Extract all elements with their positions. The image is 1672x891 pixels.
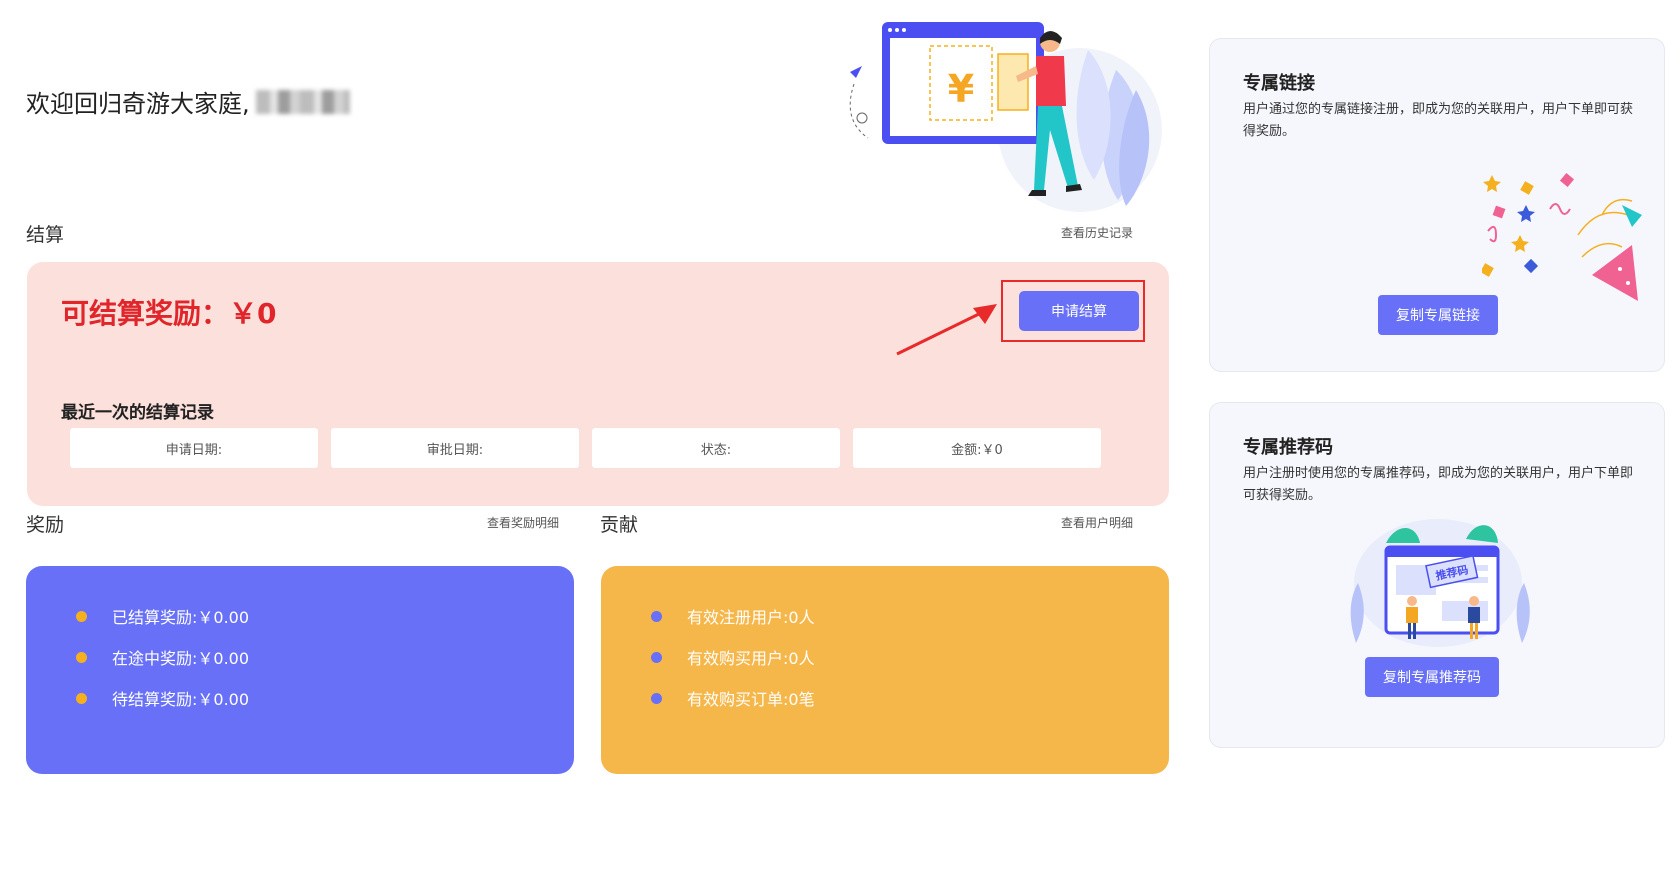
contrib-registered-text: 有效注册用户:0人 [687,608,815,627]
welcome-label: 欢迎回归奇游大家庭, [26,90,250,118]
contribution-section-title: 贡献 [600,514,639,536]
copy-referral-code-button[interactable]: 复制专属推荐码 [1365,657,1499,697]
exclusive-link-description: 用户通过您的专属链接注册，即成为您的关联用户，用户下单即可获得奖励。 [1243,102,1634,139]
bullet-dot-icon [76,692,87,704]
contrib-orders-item: 有效购买订单:0笔 [651,686,815,710]
record-approve-date: 审批日期: [331,428,579,468]
bullet-dot-icon [651,692,662,704]
view-history-link[interactable]: 查看历史记录 [1061,224,1133,241]
bullet-dot-icon [76,651,87,663]
last-record-title: 最近一次的结算记录 [61,403,214,423]
confetti-party-icon [1482,172,1642,301]
reward-in-transit-item: 在途中奖励:￥0.00 [76,645,249,669]
record-status: 状态: [592,428,840,468]
reward-pending-text: 待结算奖励:￥0.00 [112,690,250,709]
blurred-username [255,89,350,114]
reward-settled-item: 已结算奖励:￥0.00 [76,604,249,628]
contrib-orders-text: 有效购买订单:0笔 [687,690,815,709]
reward-settled-text: 已结算奖励:￥0.00 [112,608,250,627]
apply-settlement-button[interactable]: 申请结算 [1019,291,1139,331]
rewards-card: 已结算奖励:￥0.00 在途中奖励:￥0.00 待结算奖励:￥0.00 [26,566,574,774]
available-reward-amount: 可结算奖励：￥0 [61,297,277,330]
welcome-text: 欢迎回归奇游大家庭, [26,84,350,119]
exclusive-link-card: 专属链接 用户通过您的专属链接注册，即成为您的关联用户，用户下单即可获得奖励。 … [1209,38,1665,372]
reward-in-transit-text: 在途中奖励:￥0.00 [112,649,250,668]
contrib-buyers-item: 有效购买用户:0人 [651,645,815,669]
settlement-panel: 可结算奖励：￥0 最近一次的结算记录 申请日期: 审批日期: 状态: 金额:￥0 [27,262,1169,506]
bullet-dot-icon [76,610,87,622]
arrow-icon [896,304,997,356]
view-reward-detail-link[interactable]: 查看奖励明细 [487,514,559,531]
rewards-section-title: 奖励 [26,514,65,536]
copy-exclusive-link-button[interactable]: 复制专属链接 [1378,295,1498,335]
view-user-detail-link[interactable]: 查看用户明细 [1061,514,1133,531]
settlement-section-title: 结算 [26,224,65,246]
referral-illustration: 推荐码 [1350,519,1530,647]
exclusive-link-title: 专属链接 [1243,73,1315,94]
bullet-dot-icon [651,610,662,622]
contrib-registered-item: 有效注册用户:0人 [651,604,815,628]
hero-illustration: ¥ [849,22,1162,212]
contrib-buyers-text: 有效购买用户:0人 [687,649,815,668]
referral-code-description: 用户注册时使用您的专属推荐码，即成为您的关联用户，用户下单即可获得奖励。 [1243,466,1634,503]
reward-pending-item: 待结算奖励:￥0.00 [76,686,249,710]
record-amount: 金额:￥0 [853,428,1101,468]
bullet-dot-icon [651,651,662,663]
yen-symbol: ¥ [948,67,974,111]
referral-code-title: 专属推荐码 [1243,437,1333,458]
referral-code-card: 专属推荐码 用户注册时使用您的专属推荐码，即成为您的关联用户，用户下单即可获得奖… [1209,402,1665,748]
record-apply-date: 申请日期: [70,428,318,468]
contribution-card: 有效注册用户:0人 有效购买用户:0人 有效购买订单:0笔 [601,566,1169,774]
